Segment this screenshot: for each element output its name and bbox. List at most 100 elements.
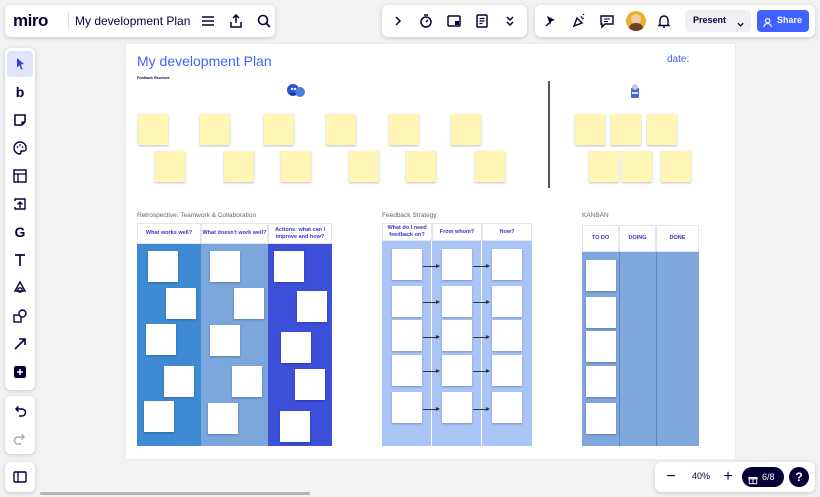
retro-header-doesnt-work[interactable]: What doesn't work well? xyxy=(201,223,268,244)
user-avatar[interactable] xyxy=(626,11,646,31)
strategy-section-title[interactable]: Feedback Strategy xyxy=(382,212,437,219)
frame-template-icon[interactable] xyxy=(7,163,33,189)
comment-icon[interactable] xyxy=(594,8,620,34)
retro-note[interactable] xyxy=(297,291,327,322)
sticky-note[interactable] xyxy=(647,114,677,145)
sticky-note[interactable] xyxy=(264,114,294,145)
board-frame[interactable]: My development Plan date: Feedback Recei… xyxy=(126,44,735,459)
strategy-note[interactable] xyxy=(442,392,472,423)
board-main-title[interactable]: My development Plan xyxy=(137,53,272,69)
retro-note[interactable] xyxy=(295,369,325,400)
kanban-header-todo[interactable]: TO DO xyxy=(582,225,619,252)
retro-note[interactable] xyxy=(146,324,176,355)
retro-note[interactable] xyxy=(234,288,264,319)
undo-icon[interactable] xyxy=(7,398,33,424)
strategy-note[interactable] xyxy=(442,320,472,351)
sticky-note[interactable] xyxy=(138,114,168,145)
strategy-arrow[interactable] xyxy=(423,335,440,339)
kanban-card[interactable] xyxy=(586,366,616,397)
strategy-arrow[interactable] xyxy=(473,300,490,304)
sticky-note[interactable] xyxy=(281,151,311,182)
kanban-card[interactable] xyxy=(586,297,616,328)
celebrate-icon[interactable] xyxy=(566,8,592,34)
search-icon[interactable] xyxy=(251,8,277,34)
chevron-right-icon[interactable] xyxy=(385,8,411,34)
strategy-arrow[interactable] xyxy=(423,300,440,304)
sticky-note[interactable] xyxy=(611,114,641,145)
miro-logo[interactable]: miro xyxy=(13,11,48,31)
kanban-section-title[interactable]: KANBAN xyxy=(582,212,609,219)
bell-icon[interactable] xyxy=(651,8,677,34)
strategy-note[interactable] xyxy=(392,392,422,423)
sticky-note[interactable] xyxy=(224,151,254,182)
pages-button[interactable]: 6/8 xyxy=(742,467,784,487)
sticky-note[interactable] xyxy=(661,151,691,182)
palette-icon[interactable] xyxy=(7,135,33,161)
retro-note[interactable] xyxy=(210,325,240,356)
kanban-header-doing[interactable]: DOING xyxy=(619,225,656,252)
strategy-arrow[interactable] xyxy=(473,369,490,373)
ai-assist-icon[interactable] xyxy=(7,275,33,301)
present-screen-icon[interactable] xyxy=(441,8,467,34)
sticky-note[interactable] xyxy=(575,114,605,145)
strategy-header-what[interactable]: What do I need feedback on? xyxy=(382,223,432,241)
board-title[interactable]: My development Plan xyxy=(75,14,190,28)
strategy-note[interactable] xyxy=(392,355,422,386)
retro-note[interactable] xyxy=(144,401,174,432)
sidebar-panel-icon[interactable] xyxy=(7,464,33,490)
date-label[interactable]: date: xyxy=(667,54,689,65)
strategy-arrow[interactable] xyxy=(473,264,490,268)
kanban-header-done[interactable]: DONE xyxy=(656,225,699,252)
sticky-note[interactable] xyxy=(389,114,419,145)
retro-header-works-well[interactable]: What works well? xyxy=(137,223,201,244)
strategy-note[interactable] xyxy=(492,320,522,351)
retro-section-title[interactable]: Retrospective: Teamwork & Collaboration xyxy=(137,212,256,219)
menu-icon[interactable] xyxy=(195,8,221,34)
select-cursor-icon[interactable] xyxy=(7,51,33,77)
strategy-arrow[interactable] xyxy=(473,335,490,339)
more-chevrons-icon[interactable] xyxy=(497,8,523,34)
export-icon[interactable] xyxy=(223,8,249,34)
characters-illustration[interactable] xyxy=(285,82,307,100)
upload-icon[interactable] xyxy=(7,191,33,217)
kanban-card[interactable] xyxy=(586,260,616,291)
cursor-tracking-icon[interactable] xyxy=(538,8,564,34)
zoom-in-button[interactable]: + xyxy=(715,464,741,490)
strategy-note[interactable] xyxy=(442,286,472,317)
add-more-icon[interactable] xyxy=(7,359,33,385)
strategy-note[interactable] xyxy=(392,249,422,280)
strategy-note[interactable] xyxy=(492,355,522,386)
strategy-arrow[interactable] xyxy=(423,369,440,373)
strategy-note[interactable] xyxy=(492,286,522,317)
zoom-level[interactable]: 40% xyxy=(688,471,714,481)
retro-note[interactable] xyxy=(164,366,194,397)
sticky-note[interactable] xyxy=(406,151,436,182)
sticky-note[interactable] xyxy=(622,151,652,182)
kanban-card[interactable] xyxy=(586,403,616,434)
retro-note[interactable] xyxy=(208,403,238,434)
strategy-arrow[interactable] xyxy=(473,407,490,411)
retro-note[interactable] xyxy=(280,411,310,442)
strategy-arrow[interactable] xyxy=(423,264,440,268)
strategy-header-how[interactable]: How? xyxy=(482,223,532,241)
share-button[interactable]: Share xyxy=(757,10,809,32)
text-tool-icon[interactable] xyxy=(7,247,33,273)
sticky-note[interactable] xyxy=(326,114,356,145)
strategy-note[interactable] xyxy=(392,286,422,317)
retro-note[interactable] xyxy=(281,332,311,363)
strategy-header-whom[interactable]: From whom? xyxy=(432,223,482,241)
feedback-received-label[interactable]: Feedback Received xyxy=(137,76,170,80)
redo-icon[interactable] xyxy=(7,426,33,452)
present-button[interactable]: Present xyxy=(685,10,751,32)
strategy-note[interactable] xyxy=(392,320,422,351)
strategy-arrow[interactable] xyxy=(423,407,440,411)
google-icon[interactable]: G xyxy=(7,219,33,245)
sticky-note[interactable] xyxy=(475,151,505,182)
retro-note[interactable] xyxy=(210,251,240,282)
sticky-note[interactable] xyxy=(200,114,230,145)
retro-note[interactable] xyxy=(274,251,304,282)
notes-icon[interactable] xyxy=(469,8,495,34)
sticky-note[interactable] xyxy=(451,114,481,145)
retro-note[interactable] xyxy=(232,366,262,397)
strategy-note[interactable] xyxy=(492,249,522,280)
